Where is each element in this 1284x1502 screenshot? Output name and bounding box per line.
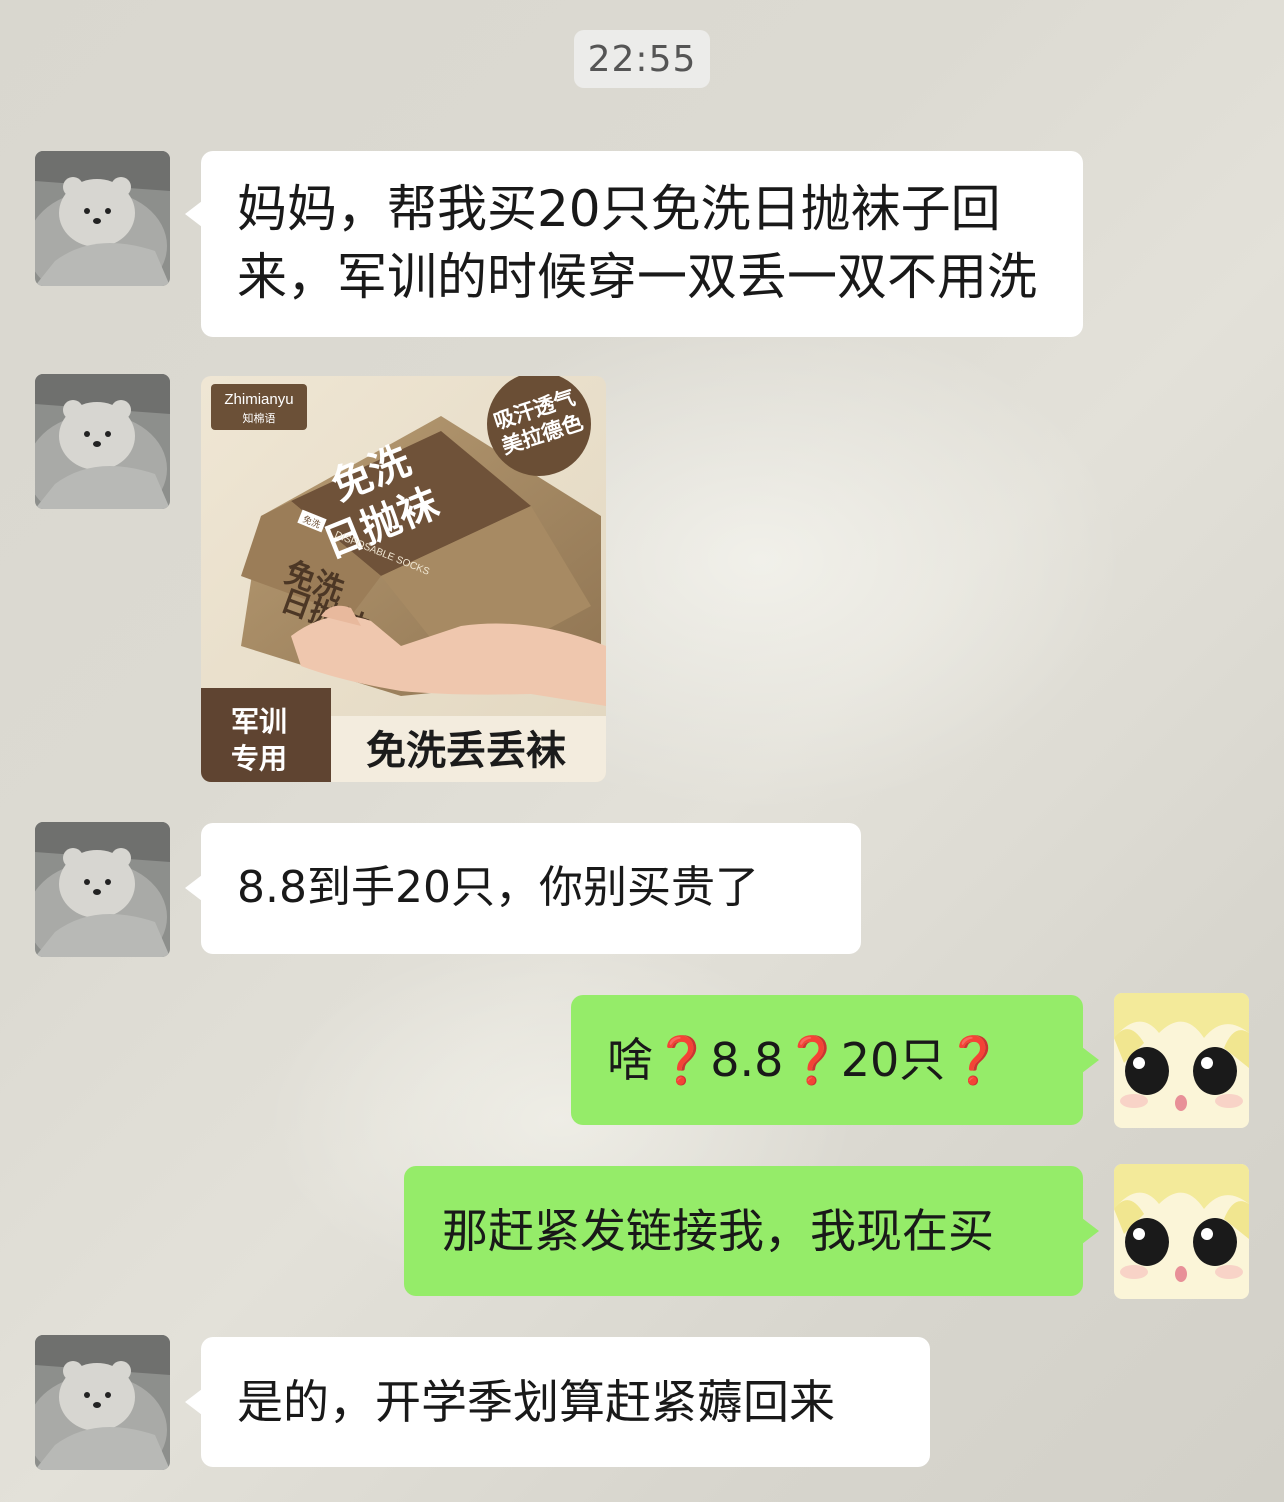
bottom-label: 免洗丢丢袜	[366, 728, 566, 774]
bubble-tail	[1082, 1218, 1099, 1244]
question-mark-icon: ❓	[945, 1033, 1003, 1087]
user-avatar[interactable]	[1114, 1164, 1249, 1299]
corner-label-2: 专用	[231, 742, 287, 775]
corner-label-1: 军训	[231, 705, 287, 738]
timestamp: 22:55	[574, 30, 710, 88]
message-bubble-6[interactable]: 是的，开学季划算赶紧薅回来	[185, 1337, 930, 1467]
mom-avatar[interactable]	[35, 822, 170, 957]
message-text: 8.8到手20只，你别买贵了	[237, 862, 759, 913]
message-text-line: 来，军训的时候穿一双丢一双不用洗	[237, 248, 1037, 306]
bear-avatar-icon	[35, 1335, 170, 1470]
bubble-tail	[185, 201, 202, 227]
mom-avatar[interactable]	[35, 374, 170, 509]
product-image-message[interactable]: Zhimianyu 知棉语 吸汗透气 美拉德色 免洗 日抛袜 免洗 DISPOS…	[201, 376, 606, 782]
message-bubble-5[interactable]: 那赶紧发链接我，我现在买	[404, 1166, 1099, 1296]
message-text: 是的，开学季划算赶紧薅回来	[237, 1375, 835, 1429]
bear-avatar-icon	[35, 151, 170, 286]
message-bubble-3[interactable]: 8.8到手20只，你别买贵了	[185, 823, 861, 954]
message-text-part: 20只	[840, 1033, 946, 1087]
product-image: Zhimianyu 知棉语 吸汗透气 美拉德色 免洗 日抛袜 免洗 DISPOS…	[201, 376, 606, 782]
bear-avatar-icon	[35, 374, 170, 509]
cartoon-face-avatar-icon	[1114, 993, 1249, 1128]
mom-avatar[interactable]	[35, 1335, 170, 1470]
brand-name: Zhimianyu	[224, 391, 293, 408]
brand-name-cn: 知棉语	[243, 411, 276, 425]
message-bubble-1[interactable]: 妈妈，帮我买20只免洗日抛袜子回 来，军训的时候穿一双丢一双不用洗	[185, 151, 1083, 337]
bear-avatar-icon	[35, 822, 170, 957]
bubble-tail	[185, 1389, 202, 1415]
user-avatar[interactable]	[1114, 993, 1249, 1128]
question-mark-icon: ❓	[783, 1033, 841, 1087]
message-text: 那赶紧发链接我，我现在买	[442, 1204, 994, 1258]
message-text-line: 妈妈，帮我买20只免洗日抛袜子回	[237, 180, 1001, 238]
cartoon-face-avatar-icon	[1114, 1164, 1249, 1299]
message-text-part: 啥	[607, 1033, 653, 1087]
message-bubble-4[interactable]: 啥❓8.8❓20只❓	[571, 995, 1099, 1125]
bubble-tail	[1082, 1047, 1099, 1073]
message-text-part: 8.8	[710, 1033, 784, 1087]
mom-avatar[interactable]	[35, 151, 170, 286]
question-mark-icon: ❓	[653, 1033, 711, 1087]
bubble-tail	[185, 875, 202, 901]
